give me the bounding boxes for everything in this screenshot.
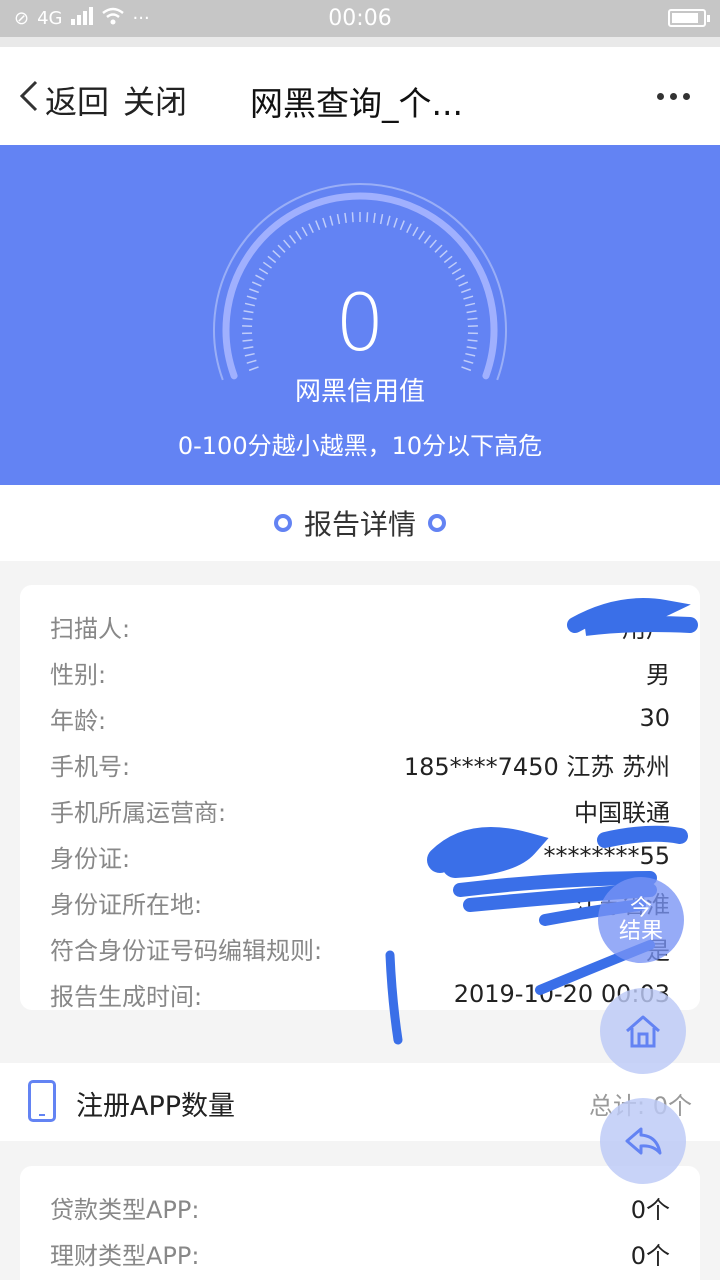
detail-row: 手机所属运营商: 中国联通	[50, 787, 670, 833]
gauge-tick	[423, 234, 432, 244]
report-section-title: 报告详情	[303, 508, 416, 541]
app-count-title: 注册APP数量	[76, 1091, 236, 1122]
detail-label: 身份证:	[50, 844, 131, 873]
gauge-tick	[295, 230, 302, 240]
gauge-tick	[301, 226, 308, 237]
gauge-tick	[344, 212, 347, 223]
detail-value: ********55	[543, 842, 670, 870]
gauge-tick	[336, 214, 341, 225]
gauge-tick	[329, 215, 334, 226]
back-button[interactable]: 返回	[45, 77, 109, 123]
gauge-tick	[366, 212, 369, 223]
detail-label: 年龄:	[50, 706, 107, 735]
back-arrow-icon[interactable]	[18, 80, 40, 112]
detail-row: 手机号: 185****7450 江苏 苏州	[50, 741, 670, 787]
gauge-tick	[439, 249, 448, 258]
app-value: 0个	[630, 1241, 670, 1270]
detail-label: 手机号:	[50, 752, 131, 781]
detail-row: 符合身份证号码编辑规则:是	[50, 925, 670, 971]
gauge-tick	[399, 220, 405, 231]
battery-icon	[668, 9, 710, 27]
home-fab-button[interactable]	[600, 988, 686, 1074]
detail-label: 性别:	[50, 660, 107, 689]
gauge-tick	[393, 217, 398, 228]
detail-label: 符合身份证号码编辑规则:	[50, 936, 323, 965]
score-value: 0	[335, 279, 385, 369]
app-count-card: 贷款类型APP: 0个 理财类型APP: 0个	[20, 1166, 700, 1280]
detail-value: 185****7450 江苏 苏州	[403, 752, 670, 781]
gauge-tick	[429, 239, 437, 249]
detail-value: 中国联通	[574, 798, 670, 827]
gauge-tick	[277, 244, 286, 253]
gauge-tick	[379, 214, 384, 225]
detail-value: 男	[646, 660, 670, 689]
gauge-tick	[308, 223, 314, 233]
gauge-tick	[322, 217, 327, 228]
reply-arrow-icon	[625, 1127, 662, 1155]
status-time: 00:06	[328, 6, 392, 31]
detail-row: 身份证所在地:江苏省淮	[50, 879, 670, 925]
gauge-tick	[412, 226, 419, 237]
score-description: 0-100分越小越黑，10分以下高危	[177, 432, 543, 460]
result-fab-button[interactable]: 今 结果	[598, 877, 684, 963]
detail-label: 手机所属运营商:	[50, 798, 227, 827]
gauge-tick	[262, 261, 272, 269]
detail-row: 年龄: 30	[50, 695, 670, 741]
more-menu-icon[interactable]	[657, 93, 690, 100]
gauge-tick	[434, 244, 443, 253]
score-panel: 0 网黑信用值 0-100分越小越黑，10分以下高危	[0, 145, 720, 485]
phone-icon	[28, 1080, 56, 1122]
detail-label: 身份证所在地:	[50, 890, 203, 919]
nav-bar: 返回 关闭 网黑查询_个...	[0, 37, 720, 145]
result-fab-label: 今 结果	[618, 895, 663, 944]
score-label: 网黑信用值	[294, 377, 425, 407]
page-title: 网黑查询_个...	[250, 84, 463, 123]
app-row: 贷款类型APP: 0个	[50, 1184, 670, 1230]
app-label: 贷款类型APP:	[50, 1195, 200, 1224]
detail-value: 30	[639, 704, 670, 732]
gauge-tick	[418, 230, 425, 240]
gauge-tick	[373, 212, 376, 223]
gauge-tick	[267, 255, 277, 264]
detail-row: 报告生成时间: 2019-10-20 00:03	[50, 971, 670, 1017]
gauge-tick	[455, 274, 465, 281]
gauge-tick	[288, 234, 297, 244]
gauge-tick	[443, 255, 453, 264]
detail-row: 性别: 男	[50, 649, 670, 695]
detail-label: 报告生成时间:	[50, 982, 203, 1011]
app-label: 理财类型APP:	[50, 1241, 200, 1270]
app-row: 理财类型APP: 0个	[50, 1230, 670, 1276]
detail-row: 身份证: ********55	[50, 833, 670, 879]
gauge-tick	[315, 220, 321, 231]
detail-label: 扫描人:	[50, 614, 131, 643]
app-value: 0个	[630, 1195, 670, 1224]
report-detail-card: 扫描人: 用户 性别: 男 年龄: 30 手机号: 185****7450 江苏 苏州 …	[20, 585, 700, 1011]
gauge-tick	[351, 212, 354, 223]
share-fab-button[interactable]	[600, 1098, 686, 1184]
detail-row: 扫描人: 用户	[50, 603, 670, 649]
gauge-tick	[451, 267, 462, 275]
gauge-tick	[248, 366, 259, 372]
detail-value: 用户	[622, 614, 670, 643]
ring-dot-icon	[273, 514, 292, 532]
gauge-tick	[258, 267, 269, 275]
report-section-header: 报告详情	[0, 485, 720, 561]
battery-fill	[672, 13, 698, 23]
gauge-tick	[272, 249, 281, 258]
gauge-tick	[386, 215, 391, 226]
gauge-tick	[406, 223, 412, 233]
gauge-tick	[283, 239, 291, 249]
home-icon	[626, 1015, 660, 1048]
status-bar: ⊘ 4G ··· 00:06	[0, 0, 720, 37]
gauge-tick	[461, 366, 472, 372]
close-button[interactable]: 关闭	[123, 77, 187, 123]
ring-dot-icon	[428, 514, 446, 532]
gauge-tick	[255, 274, 265, 281]
gauge-tick	[448, 261, 458, 269]
